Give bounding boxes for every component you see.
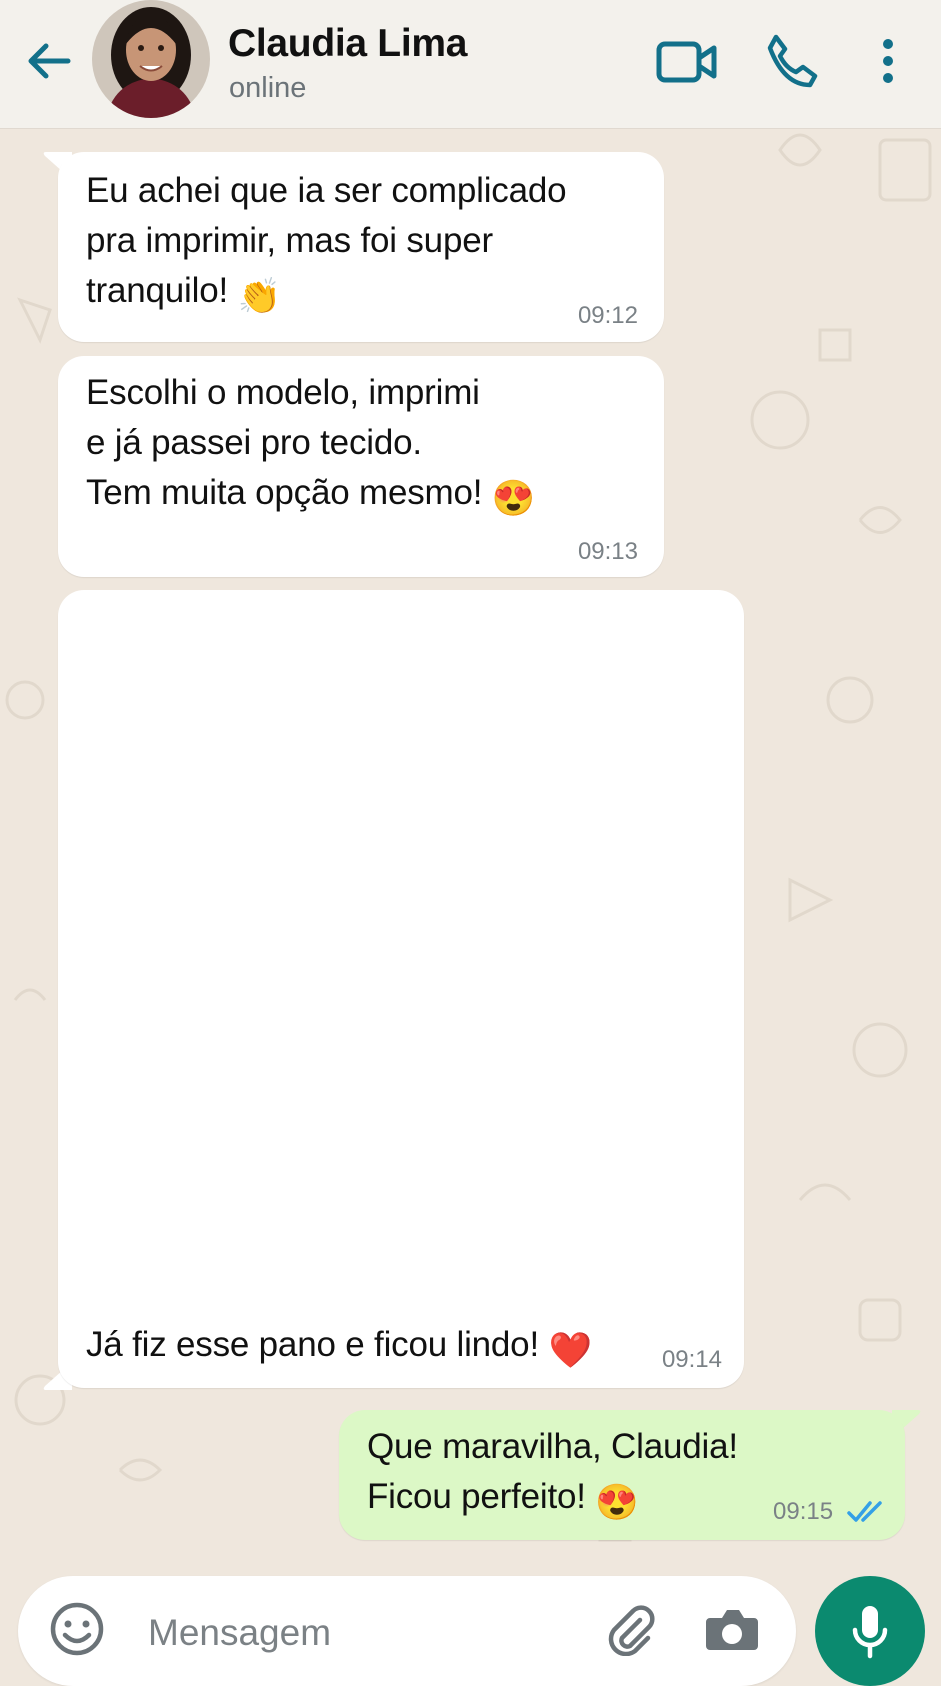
message-time: 09:14 [661,1346,722,1373]
message-bubble-outgoing[interactable]: Que maravilha, Claudia! Ficou perfeito! … [339,1410,905,1540]
chat-header: Claudia Lima online [0,0,941,128]
heart-eyes-emoji: 😍 [491,479,536,518]
read-ticks-icon [847,1501,882,1522]
clapping-hands-emoji: 👏 [237,277,282,316]
message-text: Escolhi o modelo, imprimi e já passei pr… [86,368,535,524]
message-bubble-image[interactable]: 09:14 Já fiz esse pano e ficou lindo! ❤️ [58,590,744,1388]
message-time: 09:13 [577,538,638,565]
phone-icon[interactable] [762,32,818,88]
voice-message-button[interactable] [815,1576,925,1686]
video-call-icon[interactable] [656,38,718,86]
message-text: Eu achei que ia ser complicado pra impri… [86,166,567,322]
contact-status: online [229,72,307,104]
red-heart-emoji: ❤️ [548,1331,593,1370]
mic-icon [852,1606,888,1659]
more-vert-icon[interactable] [876,38,900,86]
contact-name[interactable]: Claudia Lima [228,22,467,66]
message-input[interactable]: Mensagem [148,1612,331,1654]
camera-icon[interactable] [704,1604,760,1654]
emoji-icon[interactable] [48,1600,106,1658]
message-time: 09:12 [577,302,638,329]
avatar[interactable] [92,0,210,118]
message-bubble-incoming[interactable]: Escolhi o modelo, imprimi e já passei pr… [58,356,664,577]
back-arrow-icon[interactable] [24,36,74,86]
message-bubble-incoming[interactable]: Eu achei que ia ser complicado pra impri… [58,152,664,342]
message-composer: Mensagem [18,1576,796,1686]
attach-icon[interactable] [604,1602,658,1656]
heart-eyes-emoji: 😍 [595,1483,639,1522]
image-caption: Já fiz esse pano e ficou lindo! ❤️ [86,1320,592,1376]
message-text: Que maravilha, Claudia! Ficou perfeito! … [367,1422,738,1528]
message-time: 09:15 [773,1498,834,1525]
